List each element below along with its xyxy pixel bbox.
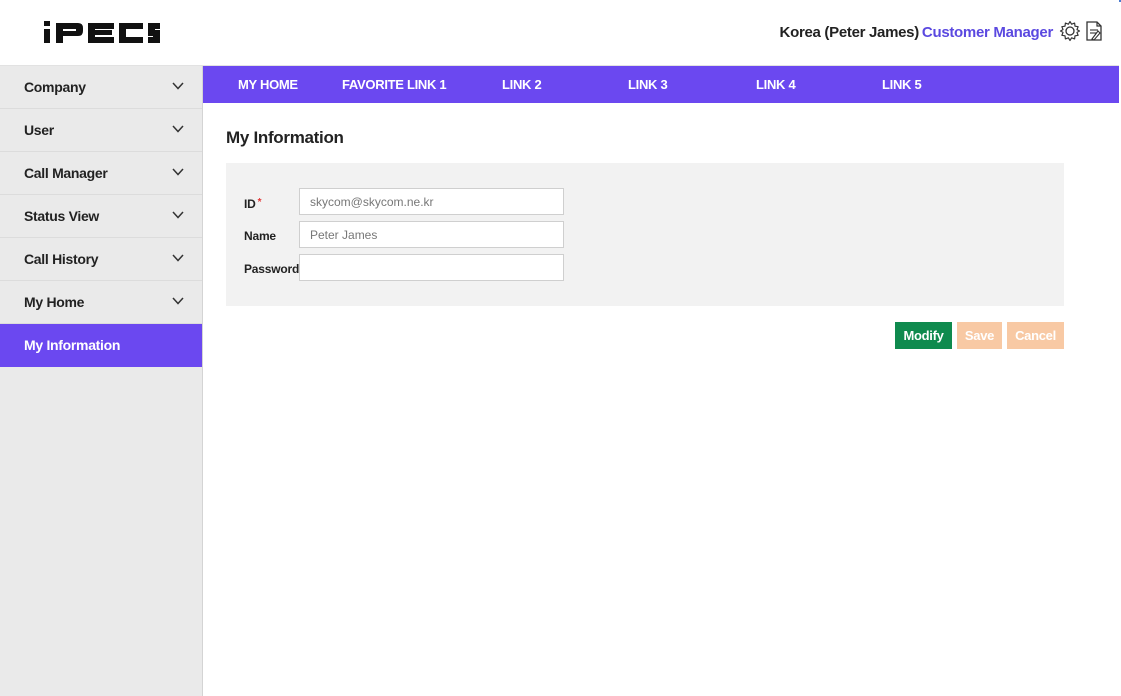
cancel-button[interactable]: Cancel bbox=[1007, 322, 1064, 349]
required-mark: * bbox=[257, 197, 262, 208]
sidebar-item-label: Status View bbox=[24, 208, 100, 224]
save-button[interactable]: Save bbox=[957, 322, 1002, 349]
sidebar-item-my-information[interactable]: My Information bbox=[0, 324, 202, 367]
password-field[interactable] bbox=[299, 254, 564, 281]
nav-link-5[interactable]: LINK 5 bbox=[882, 66, 922, 103]
chevron-down-icon bbox=[172, 238, 184, 262]
id-label-text: ID bbox=[244, 197, 256, 211]
user-name: Korea (Peter James) bbox=[779, 24, 920, 41]
sidebar-item-call-manager[interactable]: Call Manager bbox=[0, 152, 202, 195]
nav-link-favorite-1[interactable]: FAVORITE LINK 1 bbox=[342, 66, 447, 103]
password-label: Password bbox=[244, 262, 300, 276]
nav-link-2[interactable]: LINK 2 bbox=[502, 66, 542, 103]
chevron-down-icon bbox=[172, 281, 184, 305]
chevron-down-icon bbox=[172, 152, 184, 176]
chevron-down-icon bbox=[172, 109, 184, 133]
user-info: Korea (Peter James) Customer Manager bbox=[779, 24, 1054, 41]
sidebar-item-my-home[interactable]: My Home bbox=[0, 281, 202, 324]
nav-link-my-home[interactable]: MY HOME bbox=[238, 66, 298, 103]
name-field[interactable] bbox=[299, 221, 564, 248]
sidebar-item-label: Company bbox=[24, 79, 86, 95]
chevron-down-icon bbox=[172, 66, 184, 90]
ipecs-logo[interactable] bbox=[42, 20, 160, 44]
sidebar-item-call-history[interactable]: Call History bbox=[0, 238, 202, 281]
app-header: Korea (Peter James) Customer Manager bbox=[0, 0, 1119, 66]
sidebar-item-label: User bbox=[24, 122, 54, 138]
sidebar: Company User Call Manager Status View Ca… bbox=[0, 66, 203, 696]
sidebar-item-user[interactable]: User bbox=[0, 109, 202, 152]
name-label: Name bbox=[244, 229, 276, 243]
id-field[interactable] bbox=[299, 188, 564, 215]
modify-button[interactable]: Modify bbox=[895, 322, 952, 349]
gear-icon[interactable] bbox=[1059, 20, 1081, 42]
sidebar-item-status-view[interactable]: Status View bbox=[0, 195, 202, 238]
sidebar-item-label: Call History bbox=[24, 251, 99, 267]
top-nav-bar: MY HOME FAVORITE LINK 1 LINK 2 LINK 3 LI… bbox=[203, 66, 1119, 103]
document-icon[interactable] bbox=[1083, 20, 1105, 42]
sidebar-item-label: My Home bbox=[24, 294, 85, 310]
sidebar-item-company[interactable]: Company bbox=[0, 66, 202, 109]
page-title: My Information bbox=[226, 128, 344, 147]
sidebar-item-label: Call Manager bbox=[24, 165, 108, 181]
nav-link-3[interactable]: LINK 3 bbox=[628, 66, 668, 103]
user-role[interactable]: Customer Manager bbox=[922, 24, 1053, 41]
id-label: ID * bbox=[244, 197, 261, 211]
chevron-down-icon bbox=[172, 195, 184, 219]
nav-link-4[interactable]: LINK 4 bbox=[756, 66, 796, 103]
sidebar-item-label: My Information bbox=[24, 337, 121, 353]
